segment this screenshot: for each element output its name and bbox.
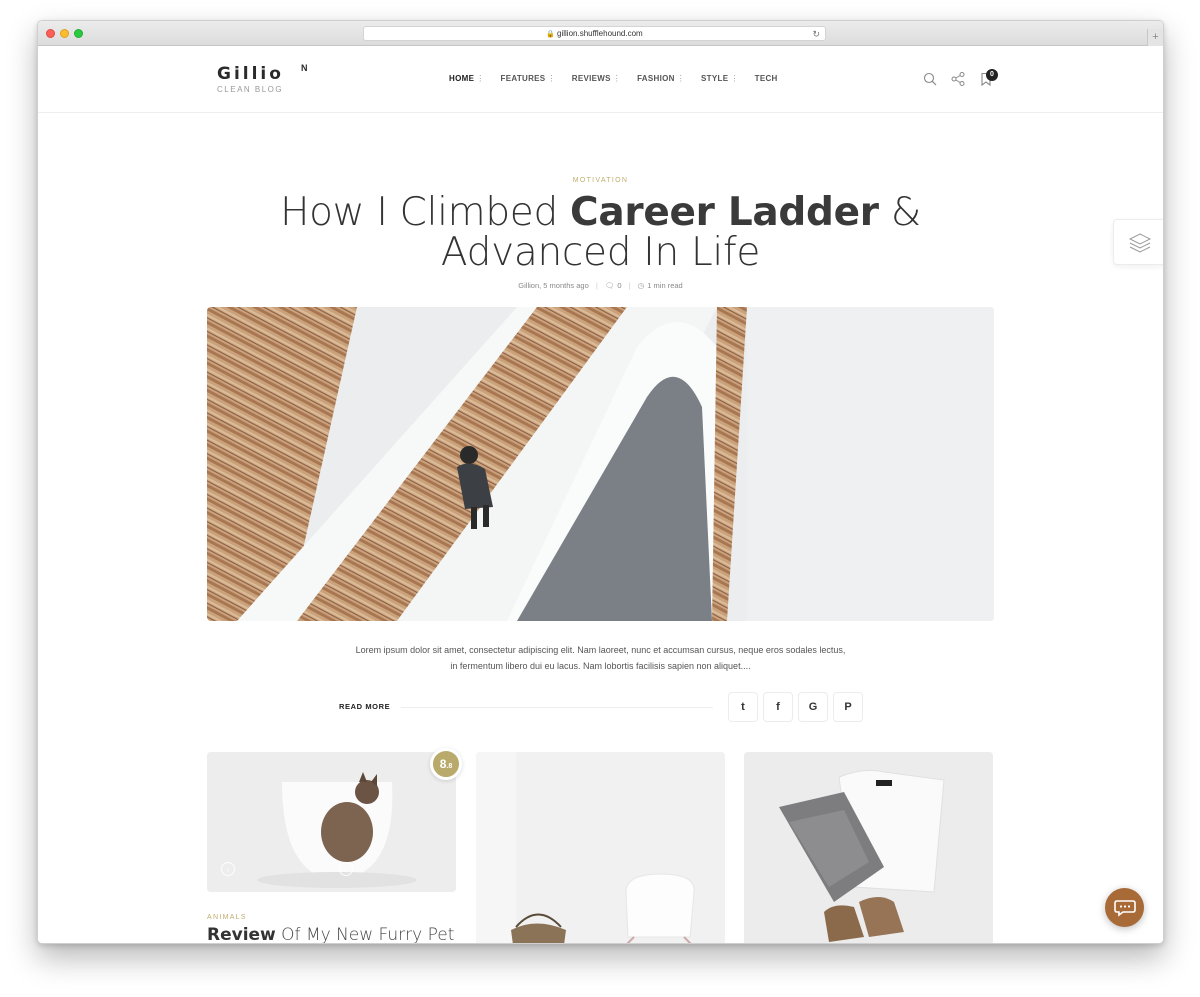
new-tab-button[interactable]: + (1147, 29, 1163, 46)
lock-icon: 🔒 (546, 31, 556, 38)
nav-label: FASHION (637, 74, 675, 83)
post-card-image-cat[interactable]: ‹ › (207, 752, 456, 892)
post-category[interactable]: MOTIVATION (38, 177, 1163, 184)
card-title-bold: Review (207, 925, 276, 944)
share-facebook-button[interactable]: f (763, 692, 793, 722)
post-title[interactable]: How I Climbed Career Ladder & Advanced I… (38, 193, 1163, 273)
read-time: 1 min read (647, 281, 683, 290)
browser-toolbar: 🔒 gillion.shufflehound.com ↻ + (38, 21, 1163, 46)
nav-item-tech[interactable]: TECH (755, 74, 778, 83)
comment-count[interactable]: 0 (617, 281, 621, 290)
nav-item-home[interactable]: HOME ⋮ (449, 74, 485, 83)
main-nav: HOME ⋮ FEATURES ⋮ REVIEWS ⋮ FASHION ⋮ STYLE ⋮… (449, 74, 794, 83)
title-bold-part: Career Ladder (570, 190, 879, 235)
post-author-time[interactable]: Gillion, 5 months ago (518, 281, 588, 290)
share-icon[interactable] (950, 71, 966, 87)
google-icon: G (808, 701, 818, 713)
chat-bubble-icon (1113, 899, 1136, 917)
twitter-icon: t (741, 701, 745, 713)
nav-item-reviews[interactable]: REVIEWS ⋮ (572, 74, 621, 83)
review-score-badge: 8.8 (430, 748, 462, 780)
search-icon[interactable] (922, 71, 938, 87)
post-card-image-chair[interactable] (476, 752, 725, 943)
share-twitter-button[interactable]: t (728, 692, 758, 722)
close-window-button[interactable] (46, 29, 55, 38)
minimize-window-button[interactable] (60, 29, 69, 38)
cat-on-chair-image (207, 752, 456, 892)
excerpt-line: Lorem ipsum dolor sit amet, consectetur … (355, 645, 846, 655)
logo-superscript: N (301, 63, 308, 73)
post-excerpt: Lorem ipsum dolor sit amet, consectetur … (328, 642, 873, 674)
title-part: & (878, 190, 921, 235)
reload-icon[interactable]: ↻ (812, 27, 820, 41)
pinterest-icon: P (844, 701, 852, 713)
menu-dots-icon: ⋮ (676, 74, 686, 83)
share-google-button[interactable]: G (798, 692, 828, 722)
zoom-window-button[interactable] (74, 29, 83, 38)
web-page: Gillio N CLEAN BLOG HOME ⋮ FEATURES ⋮ REVI… (38, 46, 1163, 944)
browser-window: 🔒 gillion.shufflehound.com ↻ + Gillio N C… (37, 20, 1164, 944)
address-bar-url: gillion.shufflehound.com (557, 29, 643, 38)
nav-label: HOME (449, 74, 475, 83)
facebook-icon: f (776, 701, 780, 713)
cart-count-badge: 0 (986, 69, 998, 81)
score-decimal: .8 (446, 763, 453, 770)
slider-next-button[interactable]: › (339, 862, 353, 876)
title-line-2: Advanced In Life (440, 230, 761, 275)
nav-item-fashion[interactable]: FASHION ⋮ (637, 74, 685, 83)
folded-clothes-image (744, 752, 993, 943)
menu-dots-icon: ⋮ (476, 74, 485, 83)
nav-item-style[interactable]: STYLE ⋮ (701, 74, 739, 83)
title-part: How I Climbed (280, 190, 571, 235)
chair-and-basket-image (476, 752, 725, 943)
read-more-link[interactable]: READ MORE (339, 702, 390, 711)
excerpt-line: in fermentum libero dui eu lacus. Nam lo… (450, 661, 751, 671)
slider-prev-button[interactable]: ‹ (221, 862, 235, 876)
menu-dots-icon: ⋮ (612, 74, 622, 83)
site-logo[interactable]: Gillio N CLEAN BLOG (217, 63, 308, 94)
comment-icon: 🗨 (604, 281, 615, 290)
nav-label: STYLE (701, 74, 729, 83)
nav-item-features[interactable]: FEATURES ⋮ (501, 74, 556, 83)
address-bar[interactable]: 🔒 gillion.shufflehound.com ↻ (363, 26, 826, 41)
nav-label: REVIEWS (571, 74, 611, 83)
nav-label: FEATURES (500, 74, 546, 83)
post-card-image-clothes[interactable] (744, 752, 993, 943)
menu-dots-icon: ⋮ (547, 74, 556, 83)
menu-dots-icon: ⋮ (730, 74, 739, 83)
site-header: Gillio N CLEAN BLOG HOME ⋮ FEATURES ⋮ REVI… (38, 46, 1163, 113)
clock-icon: ◷ (637, 281, 645, 290)
share-pinterest-button[interactable]: P (833, 692, 863, 722)
post-meta: Gillion, 5 months ago | 🗨 0 | ◷ 1 min read (518, 281, 683, 290)
hero-image-art (207, 307, 994, 621)
logo-name: Gillio (217, 64, 284, 84)
nav-label: TECH (754, 74, 778, 83)
logo-tagline: CLEAN BLOG (217, 85, 284, 94)
divider-line (401, 707, 713, 708)
card-title[interactable]: Review Of My New Furry Pet Friend (207, 925, 467, 944)
chat-button[interactable] (1105, 888, 1144, 927)
hero-image-staircase[interactable] (207, 307, 994, 621)
card-category[interactable]: ANIMALS (207, 914, 247, 921)
